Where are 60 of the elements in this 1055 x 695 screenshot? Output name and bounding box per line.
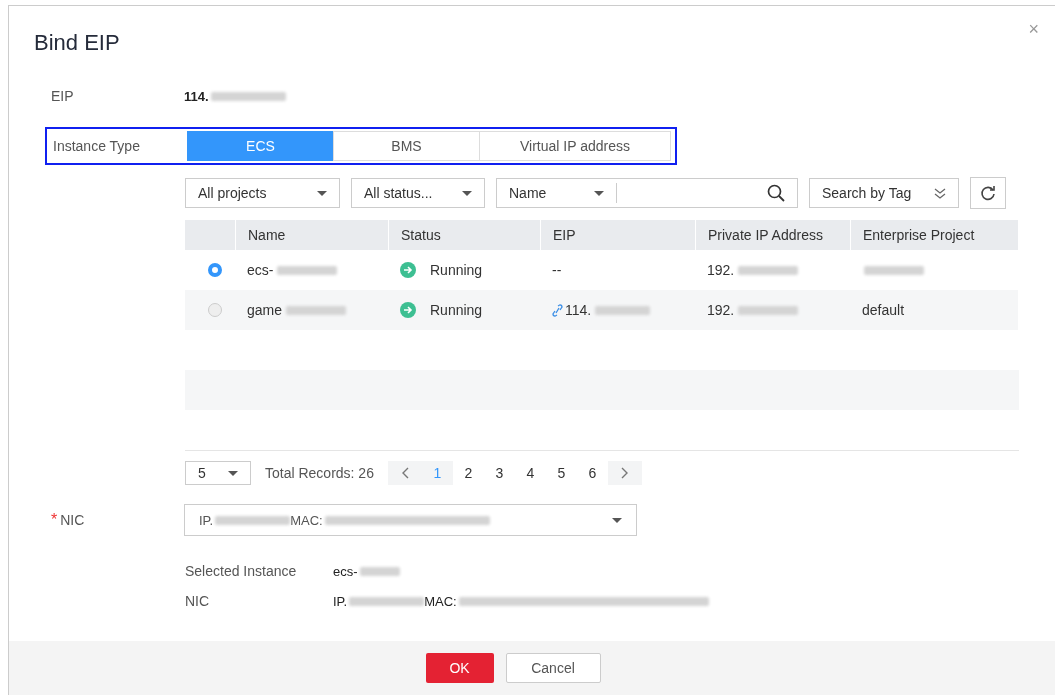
project-dropdown[interactable]: All projects <box>185 178 340 208</box>
table-cell: Running <box>430 262 483 278</box>
summary-value: MAC: <box>424 593 457 609</box>
search-field[interactable]: Name <box>496 178 798 208</box>
page-number[interactable]: 4 <box>514 461 546 485</box>
summary-label: Selected Instance <box>185 563 298 579</box>
running-icon <box>400 262 416 278</box>
field-label: NIC <box>60 512 85 528</box>
nic-dropdown[interactable]: IP. MAC: <box>184 504 637 536</box>
page-number[interactable]: 3 <box>483 461 515 485</box>
radio-button[interactable] <box>208 263 222 277</box>
eip-value: 114. <box>184 88 209 104</box>
column-header: Status <box>388 220 540 250</box>
instance-type-tab[interactable]: Virtual IP address <box>479 131 671 161</box>
tag-search-button[interactable]: Search by Tag <box>809 178 959 208</box>
total-records: Total Records: 26 <box>265 465 374 481</box>
chevron-right-icon <box>620 467 629 479</box>
previous-page-button[interactable] <box>387 461 422 485</box>
running-icon <box>400 302 416 318</box>
table-cell: 192. <box>707 262 735 278</box>
radio-button[interactable] <box>208 303 222 317</box>
required-mark: * <box>51 511 58 529</box>
page-size-dropdown[interactable]: 5 <box>185 461 251 485</box>
summary-label: NIC <box>185 593 211 609</box>
page-number[interactable]: 5 <box>545 461 577 485</box>
nic-value: MAC: <box>290 512 323 528</box>
summary-value: IP. <box>333 593 348 609</box>
instance-type-tab[interactable]: BMS <box>333 131 480 161</box>
caret-icon <box>317 190 327 196</box>
table-cell: -- <box>552 262 562 278</box>
refresh-button[interactable] <box>970 177 1006 209</box>
column-header: EIP <box>540 220 695 250</box>
cancel-button[interactable]: Cancel <box>505 653 601 683</box>
column-header: Name <box>235 220 388 250</box>
table-cell: 192. <box>707 302 735 318</box>
caret-icon <box>612 517 622 523</box>
field-label: Instance Type <box>52 138 141 154</box>
table-cell: game <box>247 302 283 318</box>
status-dropdown[interactable]: All status... <box>351 178 485 208</box>
nic-value: IP. <box>199 512 214 528</box>
column-header: Private IP Address <box>695 220 850 250</box>
caret-icon <box>594 190 604 196</box>
search-icon[interactable] <box>767 184 785 202</box>
table-cell: Running <box>430 302 483 318</box>
field-label: EIP <box>50 88 75 104</box>
page-number[interactable]: 6 <box>576 461 608 485</box>
refresh-icon <box>980 185 996 201</box>
ok-button[interactable]: OK <box>425 653 494 683</box>
dialog-title: Bind EIP <box>34 30 120 57</box>
table-cell: 114. <box>565 302 592 318</box>
column-header: Enterprise Project <box>850 220 1018 250</box>
caret-icon <box>228 470 238 476</box>
summary-value: ecs- <box>333 563 358 579</box>
chevron-left-icon <box>400 467 409 479</box>
table-cell: default <box>862 302 905 318</box>
table-cell: ecs- <box>247 262 274 278</box>
page-number[interactable]: 2 <box>452 461 484 485</box>
caret-icon <box>462 190 472 196</box>
next-page-button[interactable] <box>607 461 642 485</box>
chevron-icon <box>934 187 946 199</box>
